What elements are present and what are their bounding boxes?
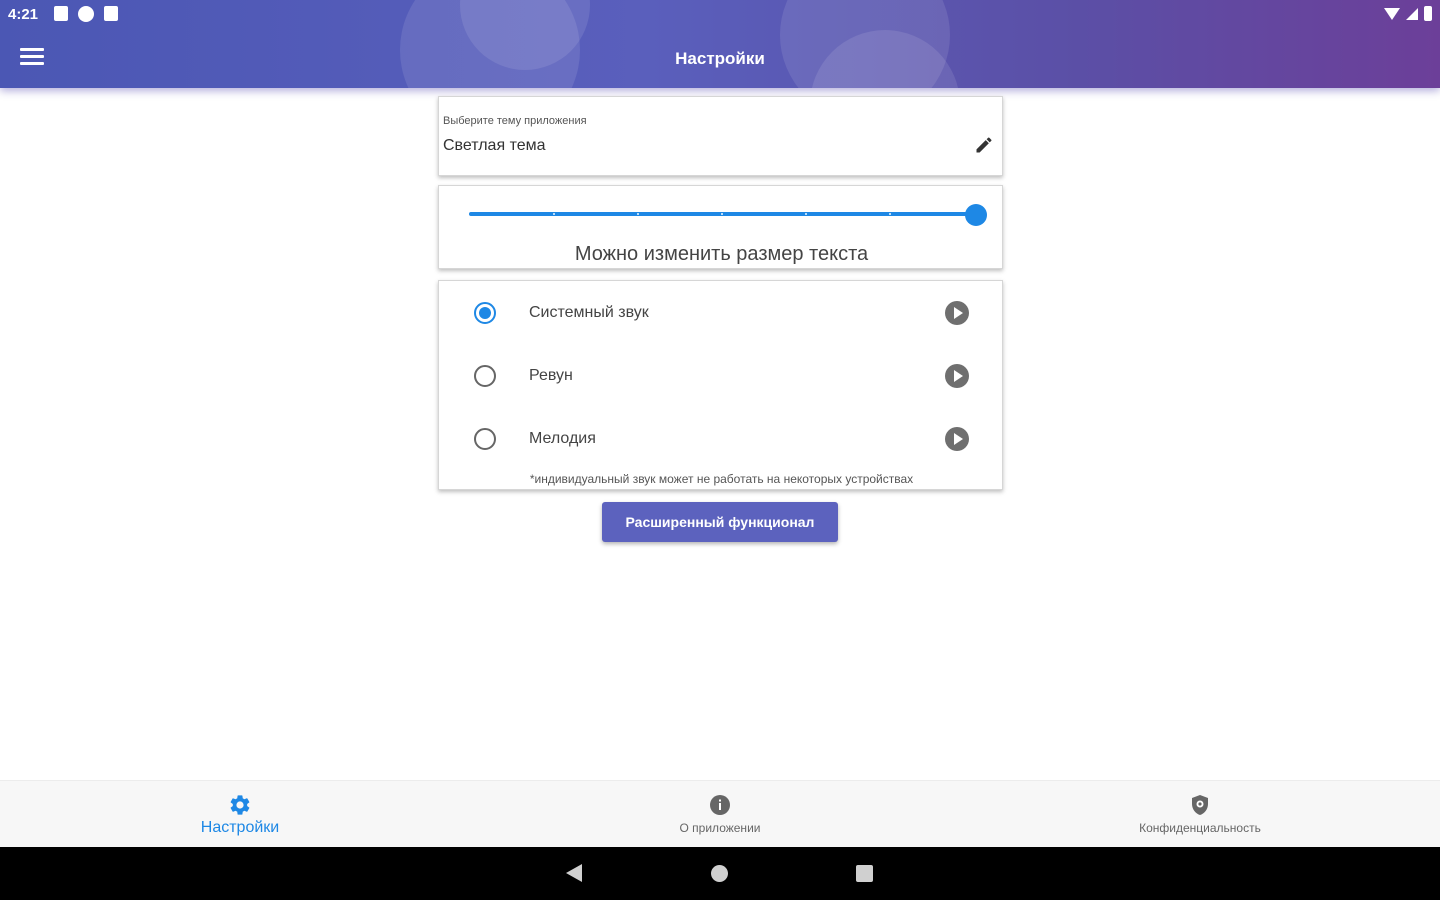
sound-option-label: Мелодия bbox=[529, 430, 596, 447]
sound-option-system[interactable]: Системный звук bbox=[439, 289, 1004, 339]
theme-hint: Выберите тему приложения bbox=[443, 115, 587, 127]
system-nav-bar bbox=[0, 847, 1440, 900]
play-icon[interactable] bbox=[945, 301, 969, 325]
status-bar: 4:21 bbox=[0, 0, 1440, 28]
slider-tick bbox=[889, 213, 891, 215]
recent-apps-icon[interactable] bbox=[856, 865, 873, 882]
slider-tick bbox=[721, 213, 723, 215]
sound-option-siren[interactable]: Ревун bbox=[439, 352, 1004, 402]
shield-icon bbox=[1192, 795, 1208, 815]
sd-card-icon bbox=[104, 6, 118, 21]
text-size-slider-thumb[interactable] bbox=[965, 204, 987, 226]
theme-value: Светлая тема bbox=[443, 137, 546, 154]
wifi-icon bbox=[1384, 7, 1400, 20]
theme-selector[interactable]: Выберите тему приложения Светлая тема bbox=[438, 96, 1003, 176]
sound-option-label: Системный звук bbox=[529, 304, 649, 321]
radio-button[interactable] bbox=[474, 302, 496, 324]
nav-label: Настройки bbox=[200, 819, 280, 836]
sound-note: *индивидуальный звук может не работать н… bbox=[529, 472, 914, 486]
nav-label: О приложении bbox=[679, 821, 761, 835]
sound-option-melody[interactable]: Мелодия bbox=[439, 415, 1004, 465]
bottom-navigation: Настройки О приложении Конфиденциальност… bbox=[0, 780, 1440, 847]
notification-icons bbox=[54, 6, 118, 22]
pencil-icon[interactable] bbox=[974, 135, 994, 155]
home-icon[interactable] bbox=[711, 865, 728, 882]
nav-label: Конфиденциальность bbox=[1139, 821, 1261, 835]
slider-tick bbox=[805, 213, 807, 215]
radio-button[interactable] bbox=[474, 428, 496, 450]
slider-tick bbox=[637, 213, 639, 215]
info-icon bbox=[710, 795, 730, 815]
play-icon[interactable] bbox=[945, 364, 969, 388]
notification-icon bbox=[78, 6, 94, 22]
sound-option-label: Ревун bbox=[529, 367, 573, 384]
battery-icon bbox=[1424, 6, 1432, 21]
status-time: 4:21 bbox=[8, 6, 39, 23]
signal-icon bbox=[1406, 7, 1418, 20]
system-status-icons bbox=[1384, 6, 1432, 21]
nav-item-privacy[interactable]: Конфиденциальность bbox=[1050, 781, 1350, 848]
app-bar: Настройки bbox=[0, 28, 1440, 88]
extended-features-button[interactable]: Расширенный функционал bbox=[602, 502, 838, 542]
radio-button[interactable] bbox=[474, 365, 496, 387]
notification-icon bbox=[54, 6, 68, 21]
nav-item-settings[interactable]: Настройки bbox=[90, 781, 390, 848]
sound-options-card: Системный звук Ревун Мелодия *индивидуал… bbox=[438, 280, 1003, 490]
gear-icon bbox=[230, 795, 250, 815]
top-app-area: 4:21 Настройки bbox=[0, 0, 1440, 88]
slider-tick bbox=[553, 213, 555, 215]
nav-item-about[interactable]: О приложении bbox=[570, 781, 870, 848]
text-size-label: Можно изменить размер текста bbox=[574, 243, 869, 265]
text-size-slider-track[interactable] bbox=[469, 212, 977, 216]
text-size-card: Можно изменить размер текста bbox=[438, 185, 1003, 269]
back-icon[interactable] bbox=[566, 864, 582, 882]
page-title: Настройки bbox=[675, 49, 765, 68]
screen: 4:21 Настройки Выберите тему приложения … bbox=[0, 0, 1440, 900]
play-icon[interactable] bbox=[945, 427, 969, 451]
